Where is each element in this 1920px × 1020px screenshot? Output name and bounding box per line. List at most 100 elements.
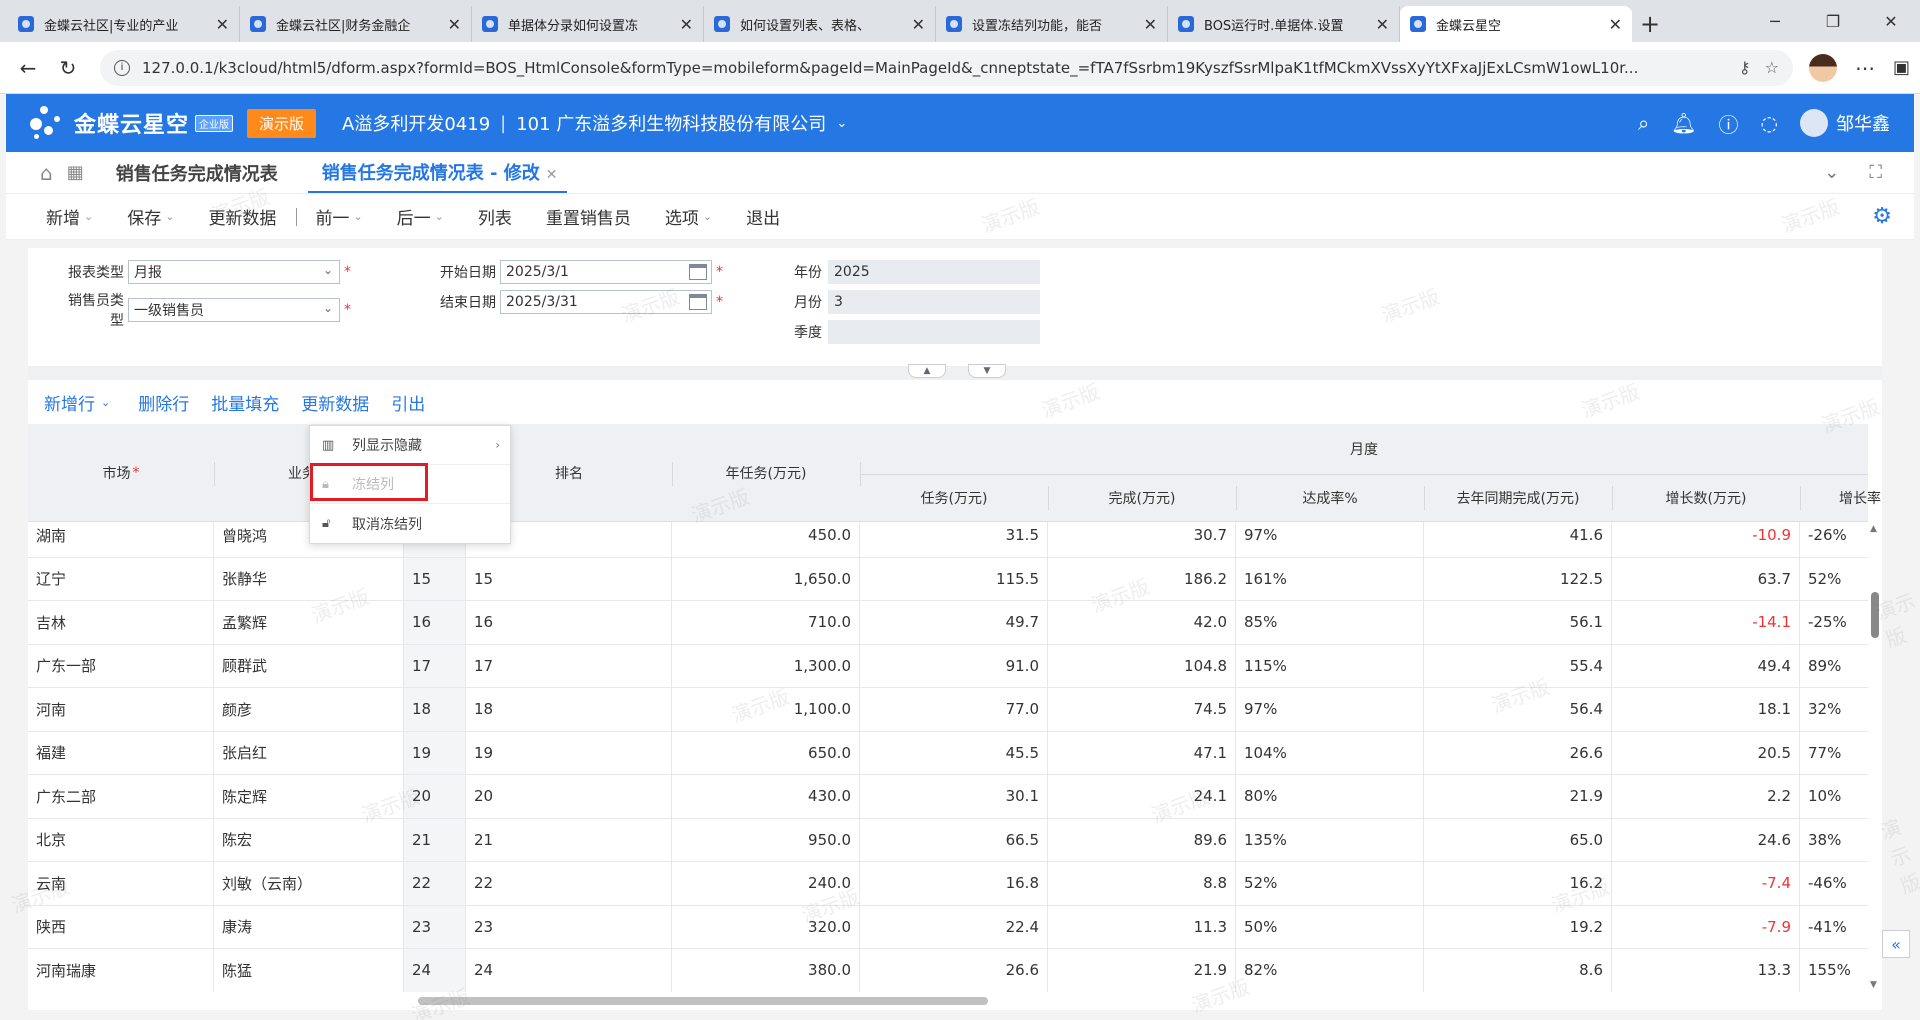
table-cell-growth-rate[interactable]: 89% <box>1800 645 1868 688</box>
end-date-input[interactable]: 2025/3/31 <box>500 290 712 314</box>
table-cell-rank[interactable]: 22 <box>466 862 672 905</box>
table-cell-rate[interactable]: 104% <box>1236 731 1424 774</box>
list-button[interactable]: 列表 <box>478 204 512 229</box>
browser-tab[interactable]: 如何设置列表、表格、 ✕ <box>704 6 936 42</box>
close-icon[interactable]: ✕ <box>1376 15 1389 34</box>
close-icon[interactable]: ✕ <box>448 15 461 34</box>
table-cell-rate[interactable]: 50% <box>1236 905 1424 948</box>
table-cell-growth[interactable]: -7.4 <box>1612 862 1800 905</box>
sidebar-icon[interactable]: ▣ <box>1893 57 1910 78</box>
update-data-button[interactable]: 更新数据 <box>208 204 276 229</box>
table-row[interactable]: 吉林 孟繁辉 16 16 710.0 49.7 42.0 85% 56.1 -14.1 -25% <box>28 601 1868 645</box>
table-cell-task[interactable]: 30.1 <box>860 775 1048 818</box>
table-cell-salesperson[interactable]: 刘敏（云南） <box>214 862 404 905</box>
sales-type-select[interactable]: 一级销售员 ⌄ <box>128 298 340 322</box>
table-cell-rate[interactable]: 82% <box>1236 949 1424 992</box>
table-cell-rank[interactable]: 21 <box>466 818 672 861</box>
table-cell-task[interactable]: 49.7 <box>860 601 1048 644</box>
table-cell-annual[interactable]: 1,300.0 <box>672 644 860 687</box>
table-cell-last-year[interactable]: 56.4 <box>1424 688 1612 731</box>
bell-icon[interactable]: 🔔︎ <box>1671 111 1696 135</box>
table-cell-salesperson[interactable]: 康涛 <box>214 905 404 948</box>
table-cell-market[interactable]: 河南瑞康 <box>28 949 214 992</box>
column-header-growth-amount[interactable]: 增长数(万元) <box>1612 474 1800 522</box>
table-cell-rate[interactable]: 135% <box>1236 818 1424 861</box>
table-cell-growth[interactable]: -10.9 <box>1612 522 1800 557</box>
menu-item-column-visibility[interactable]: ▥ 列显示隐藏 › <box>310 426 510 465</box>
table-cell-rate[interactable]: 80% <box>1236 775 1424 818</box>
search-icon[interactable]: ⌕ <box>1638 111 1649 135</box>
table-cell-rank[interactable]: 17 <box>466 644 672 687</box>
table-row[interactable]: 辽宁 张静华 15 15 1,650.0 115.5 186.2 161% 122.5 63.7 5… <box>28 557 1868 601</box>
scrollbar-thumb[interactable] <box>418 997 988 1005</box>
table-cell-annual[interactable]: 710.0 <box>672 601 860 644</box>
table-cell-completed[interactable]: 42.0 <box>1048 601 1236 644</box>
table-row[interactable]: 广东一部 顾群武 17 17 1,300.0 91.0 104.8 115% 55.4 49.4 8… <box>28 644 1868 688</box>
calendar-icon[interactable] <box>689 264 707 280</box>
window-close-icon[interactable]: ✕ <box>1862 0 1920 42</box>
table-cell-rank[interactable]: 16 <box>466 601 672 644</box>
url-field[interactable]: i 127.0.0.1/k3cloud/html5/dform.aspx?for… <box>100 49 1793 86</box>
close-icon[interactable]: ✕ <box>216 15 229 34</box>
table-cell-salesperson[interactable]: 陈猛 <box>214 949 404 992</box>
table-cell-salesperson[interactable]: 颜彦 <box>214 688 404 731</box>
table-cell-rate[interactable]: 115% <box>1236 644 1424 687</box>
column-header-completed[interactable]: 完成(万元) <box>1048 474 1236 522</box>
browser-tab[interactable]: 金蝶云社区|专业的产业 ✕ <box>8 6 240 42</box>
table-cell-growth-rate[interactable]: -46% <box>1800 862 1868 905</box>
table-cell-growth[interactable]: -7.9 <box>1612 905 1800 948</box>
table-cell-annual[interactable]: 950.0 <box>672 818 860 861</box>
table-cell-completed[interactable]: 89.6 <box>1048 818 1236 861</box>
close-icon[interactable]: ✕ <box>546 167 558 183</box>
column-header-task[interactable]: 任务(万元) <box>860 474 1048 522</box>
table-cell-seq[interactable]: 24 <box>404 949 466 992</box>
table-cell-rate[interactable]: 97% <box>1236 688 1424 731</box>
start-date-input[interactable]: 2025/3/1 <box>500 260 712 284</box>
previous-button[interactable]: 前一 ⌄ <box>315 204 362 229</box>
table-cell-rank[interactable]: 24 <box>466 949 672 992</box>
table-row[interactable]: 湖南 曾晓鸿 450.0 31.5 30.7 97% 41.6 -10.9 -26% <box>28 522 1868 558</box>
minimize-icon[interactable]: ─ <box>1746 0 1804 42</box>
table-cell-completed[interactable]: 8.8 <box>1048 862 1236 905</box>
table-cell-growth[interactable]: 13.3 <box>1612 949 1800 992</box>
close-icon[interactable]: ✕ <box>1609 15 1622 34</box>
table-cell-last-year[interactable]: 56.1 <box>1424 601 1612 644</box>
table-cell-growth-rate[interactable]: 10% <box>1800 775 1868 818</box>
table-cell-growth-rate[interactable]: -26% <box>1800 522 1868 557</box>
new-tab-button[interactable]: + <box>1632 6 1668 42</box>
table-cell-growth[interactable]: 20.5 <box>1612 731 1800 774</box>
table-cell-growth[interactable]: 49.4 <box>1612 644 1800 687</box>
table-cell-rate[interactable]: 85% <box>1236 601 1424 644</box>
table-cell-completed[interactable]: 21.9 <box>1048 949 1236 992</box>
table-cell-last-year[interactable]: 26.6 <box>1424 731 1612 774</box>
close-icon[interactable]: ✕ <box>1144 15 1157 34</box>
table-cell-annual[interactable]: 450.0 <box>672 522 860 557</box>
table-cell-task[interactable]: 16.8 <box>860 862 1048 905</box>
tab-sales-task-report-edit[interactable]: 销售任务完成情况表 - 修改 ✕ <box>307 153 568 193</box>
apps-grid-icon[interactable]: ▦ <box>67 162 84 183</box>
table-cell-growth-rate[interactable]: -25% <box>1800 601 1868 644</box>
close-icon[interactable]: ✕ <box>912 15 925 34</box>
table-cell-rank[interactable]: 19 <box>466 731 672 774</box>
table-cell-seq[interactable]: 17 <box>404 644 466 687</box>
user-avatar[interactable] <box>1800 109 1828 137</box>
column-header-market[interactable]: 市场 * <box>28 424 214 522</box>
browser-tab[interactable]: BOS运行时.单据体.设置 ✕ <box>1168 6 1400 42</box>
table-cell-annual[interactable]: 650.0 <box>672 731 860 774</box>
gear-icon[interactable]: ⚙ <box>1872 204 1892 229</box>
refresh-icon[interactable]: ↻ <box>50 50 86 86</box>
browser-tab[interactable]: 单据体分录如何设置冻 ✕ <box>472 6 704 42</box>
table-cell-market[interactable]: 云南 <box>28 862 214 905</box>
table-cell-market[interactable]: 河南 <box>28 688 214 731</box>
collapse-double-chevron-icon[interactable]: ⌄ <box>1824 162 1839 183</box>
collapse-down-button[interactable]: ▼ <box>968 364 1006 378</box>
column-header-annual-task[interactable]: 年任务(万元) <box>672 424 860 522</box>
table-cell-seq[interactable]: 16 <box>404 601 466 644</box>
new-button[interactable]: 新增 ⌄ <box>46 204 93 229</box>
table-cell-market[interactable]: 辽宁 <box>28 557 214 600</box>
horizontal-scrollbar[interactable] <box>28 992 1868 1010</box>
table-row[interactable]: 河南瑞康 陈猛 24 24 380.0 26.6 21.9 82% 8.6 13.3 155% <box>28 949 1868 992</box>
table-row[interactable]: 云南 刘敏（云南） 22 22 240.0 16.8 8.8 52% 16.2 -7.4 -46% <box>28 862 1868 906</box>
table-row[interactable]: 北京 陈宏 21 21 950.0 66.5 89.6 135% 65.0 24.6 38% <box>28 818 1868 862</box>
save-button[interactable]: 保存 ⌄ <box>127 204 174 229</box>
